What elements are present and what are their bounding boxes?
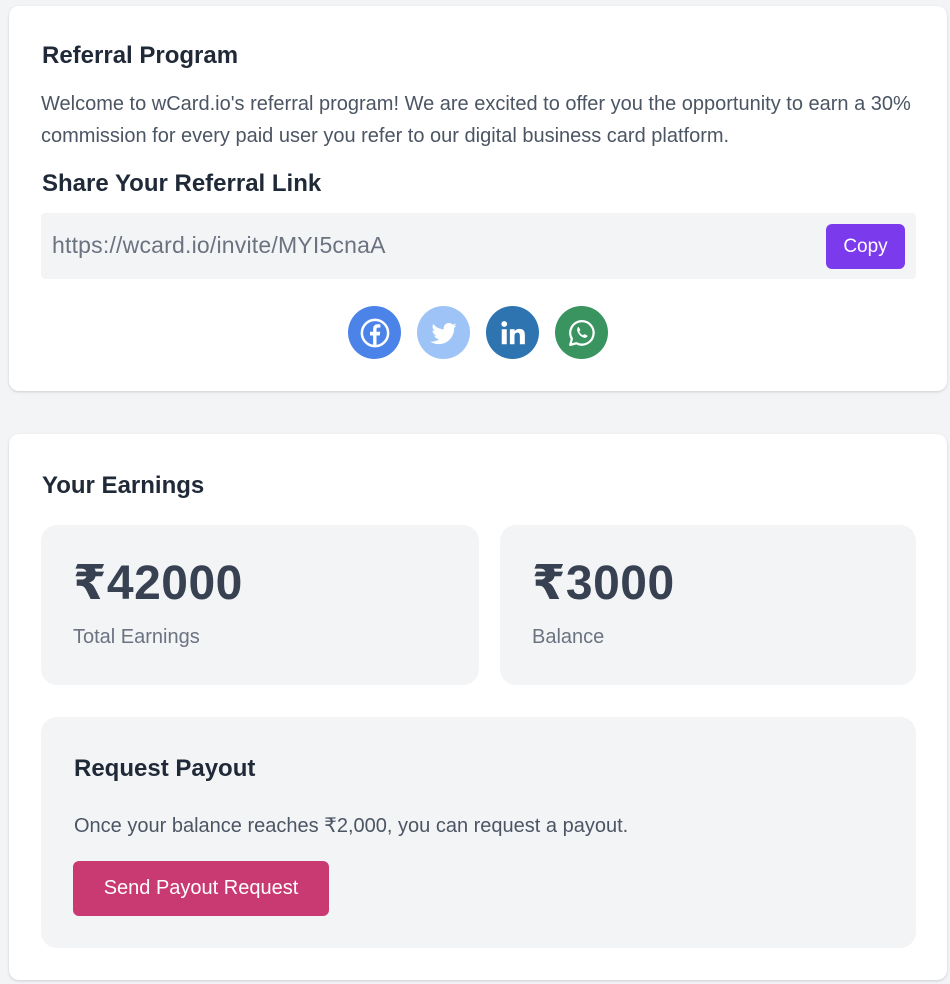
twitter-icon bbox=[429, 322, 457, 344]
linkedin-share-button[interactable] bbox=[486, 306, 539, 359]
copy-button[interactable]: Copy bbox=[826, 224, 905, 269]
linkedin-icon bbox=[500, 320, 525, 344]
whatsapp-icon bbox=[568, 319, 595, 346]
send-payout-request-button[interactable]: Send Payout Request bbox=[73, 861, 329, 916]
balance-value: ₹3000 bbox=[532, 557, 675, 610]
referral-card: Referral Program Welcome to wCard.io's r… bbox=[9, 6, 947, 391]
referral-link-box: https://wcard.io/invite/MYI5cnaA Copy bbox=[41, 213, 916, 279]
total-earnings-label: Total Earnings bbox=[73, 626, 200, 648]
balance-label: Balance bbox=[532, 626, 605, 648]
referral-intro: Welcome to wCard.io's referral program! … bbox=[41, 93, 911, 147]
referral-title: Referral Program bbox=[42, 42, 239, 69]
share-link-title: Share Your Referral Link bbox=[42, 170, 322, 197]
payout-description: Once your balance reaches ₹2,000, you ca… bbox=[74, 815, 629, 837]
referral-link[interactable]: https://wcard.io/invite/MYI5cnaA bbox=[52, 232, 386, 259]
twitter-share-button[interactable] bbox=[417, 306, 470, 359]
earnings-title: Your Earnings bbox=[42, 472, 205, 499]
facebook-share-button[interactable] bbox=[348, 306, 401, 359]
total-earnings-value: ₹42000 bbox=[73, 557, 243, 610]
request-payout-panel: Request Payout Once your balance reaches… bbox=[41, 717, 916, 948]
earnings-card: Your Earnings ₹42000 Total Earnings ₹300… bbox=[9, 434, 947, 980]
balance-tile: ₹3000 Balance bbox=[500, 525, 916, 685]
total-earnings-tile: ₹42000 Total Earnings bbox=[41, 525, 479, 685]
request-payout-title: Request Payout bbox=[74, 755, 256, 782]
social-share-buttons bbox=[348, 306, 608, 359]
whatsapp-share-button[interactable] bbox=[555, 306, 608, 359]
facebook-icon bbox=[360, 318, 389, 347]
